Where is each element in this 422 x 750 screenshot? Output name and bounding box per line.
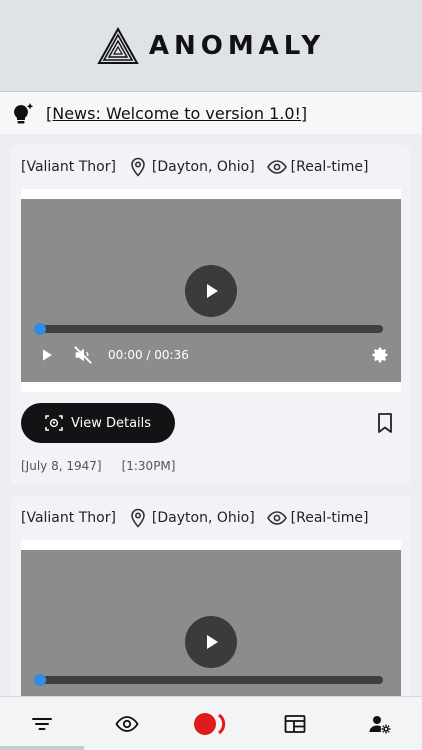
mode-text: [Real-time]: [290, 510, 369, 526]
home-indicator: [0, 746, 84, 750]
sighting-time: [1:30PM]: [121, 459, 176, 473]
video-progress-bar[interactable]: [34, 674, 383, 686]
location-text: [Dayton, Ohio]: [151, 510, 255, 526]
user-settings-icon: [369, 715, 391, 733]
filter-icon: [32, 717, 53, 730]
app-title: ANOMALY: [148, 30, 326, 61]
eye-icon: [266, 160, 287, 174]
table-icon: [284, 714, 306, 733]
sighting-date: [July 8, 1947]: [21, 459, 102, 473]
lightbulb-icon: [14, 103, 34, 124]
video-player[interactable]: 00:00 / 00:36: [21, 199, 401, 382]
settings-button[interactable]: [369, 344, 391, 366]
location-group: [Dayton, Ohio]: [128, 508, 255, 528]
play-overlay-button[interactable]: [185, 265, 237, 317]
mode-group: [Real-time]: [266, 157, 369, 177]
play-icon: [207, 284, 218, 298]
gear-icon: [372, 347, 388, 363]
play-overlay-button[interactable]: [185, 616, 237, 668]
app-screen: ANOMALY [News: Welcome to version 1.0!] …: [0, 0, 422, 750]
video-time: 00:00 / 00:36: [108, 348, 189, 362]
nav-watch[interactable]: [103, 704, 151, 744]
view-details-label: View Details: [71, 415, 152, 431]
mode-group: [Real-time]: [266, 508, 369, 528]
feed: [Valiant Thor] [Dayton, Ohio] [Real-time…: [0, 134, 422, 750]
app-header: ANOMALY: [0, 0, 422, 92]
location-pin-icon: [131, 157, 145, 177]
news-link[interactable]: [News: Welcome to version 1.0!]: [46, 104, 307, 123]
play-icon: [43, 349, 52, 361]
video-frame: 00:00 / 00:36: [21, 189, 401, 392]
logo-icon: [97, 26, 139, 64]
card-actions: View Details: [21, 403, 401, 443]
play-button[interactable]: [36, 344, 58, 366]
location-group: [Dayton, Ohio]: [128, 157, 255, 177]
progress-knob[interactable]: [34, 323, 46, 335]
muted-speaker-icon: [74, 346, 92, 364]
nav-filter[interactable]: [18, 704, 66, 744]
location-pin-icon: [131, 508, 145, 528]
mode-text: [Real-time]: [290, 159, 369, 175]
card-meta: [Valiant Thor] [Dayton, Ohio] [Real-time…: [21, 155, 401, 179]
nav-record[interactable]: [187, 704, 235, 744]
card-timestamp: [July 8, 1947] [1:30PM]: [21, 459, 401, 473]
play-icon: [207, 635, 218, 649]
nav-account[interactable]: [356, 704, 404, 744]
sighting-card: [Valiant Thor] [Dayton, Ohio] [Real-time…: [11, 145, 411, 485]
scan-face-icon: [45, 415, 63, 431]
record-icon: [193, 712, 226, 735]
card-meta: [Valiant Thor] [Dayton, Ohio] [Real-time…: [21, 506, 401, 530]
witness-name: [Valiant Thor]: [21, 510, 116, 526]
eye-icon: [266, 511, 287, 525]
video-progress-bar[interactable]: [34, 323, 383, 335]
video-controls: 00:00 / 00:36: [36, 343, 391, 367]
mute-button[interactable]: [72, 344, 94, 366]
bookmark-icon[interactable]: [373, 411, 397, 435]
news-banner: [News: Welcome to version 1.0!]: [0, 92, 422, 134]
progress-knob[interactable]: [34, 674, 46, 686]
view-details-button[interactable]: View Details: [21, 403, 176, 443]
bottom-nav: [0, 696, 422, 750]
nav-table[interactable]: [271, 704, 319, 744]
location-text: [Dayton, Ohio]: [151, 159, 255, 175]
eye-icon: [115, 715, 139, 732]
witness-name: [Valiant Thor]: [21, 159, 116, 175]
